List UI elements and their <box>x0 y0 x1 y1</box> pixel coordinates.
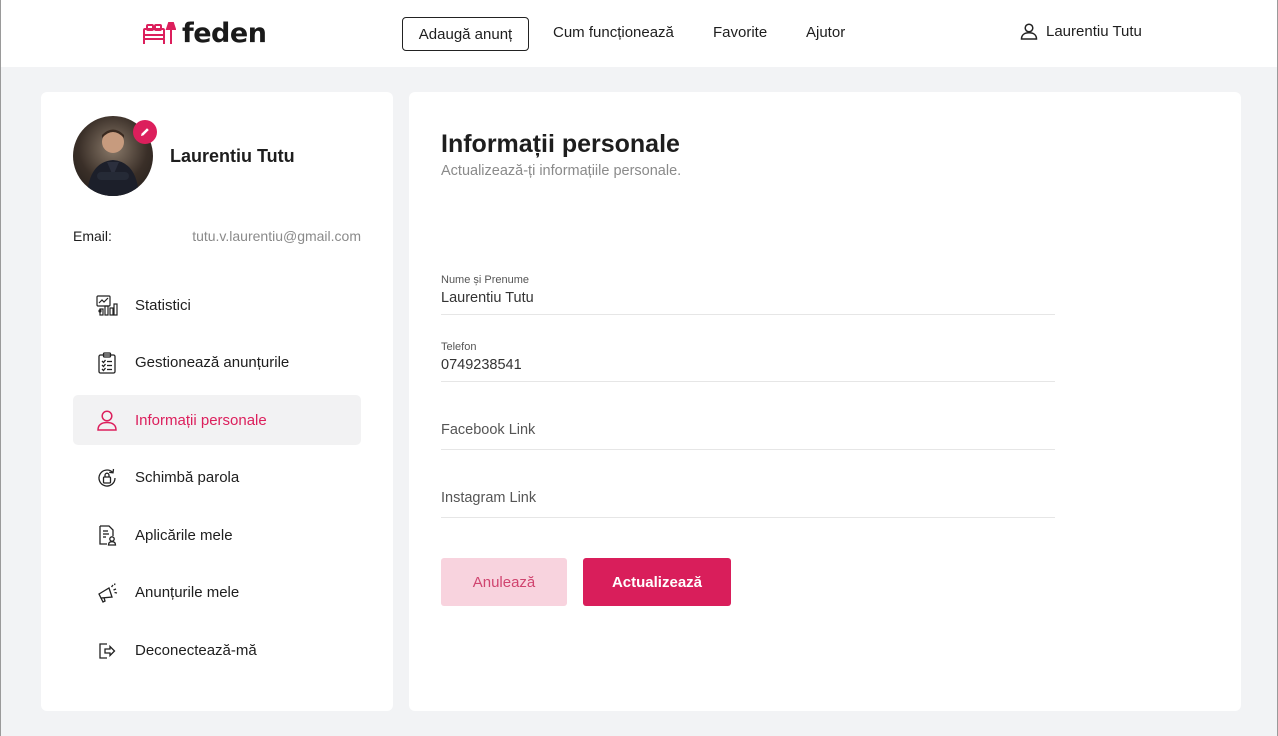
menu-item-label: Gestionează anunțurile <box>135 354 290 372</box>
page-subtitle: Actualizează-ți informațiile personale. <box>441 163 682 179</box>
profile-name: Laurentiu Tutu <box>170 146 295 166</box>
email-value: tutu.v.laurentiu@gmail.com <box>192 228 361 244</box>
profile-menu: Statistici Gestionează anunțurile Inform… <box>73 280 361 683</box>
menu-item-manage-listings[interactable]: Gestionează anunțurile <box>73 338 361 388</box>
nav-favorites[interactable]: Favorite <box>713 24 767 41</box>
menu-item-personal-info[interactable]: Informații personale <box>73 395 361 446</box>
logo[interactable]: feden <box>142 17 267 49</box>
full-name-label: Nume și Prenume <box>441 274 530 286</box>
clipboard-checklist-icon <box>96 351 118 374</box>
phone-field-group: Telefon <box>441 341 1055 382</box>
personal-info-card: Informații personale Actualizează-ți inf… <box>409 92 1241 711</box>
user-menu[interactable]: Laurentiu Tutu <box>1020 22 1142 40</box>
profile-sidebar: Laurentiu Tutu Email: tutu.v.laurentiu@g… <box>41 92 393 711</box>
menu-item-label: Schimbă parola <box>135 469 240 487</box>
facebook-link-input[interactable] <box>441 418 1055 449</box>
update-button[interactable]: Actualizează <box>583 558 731 606</box>
menu-item-my-listings[interactable]: Anunțurile mele <box>73 568 361 618</box>
instagram-field-group <box>441 486 1055 518</box>
full-name-input[interactable] <box>441 286 1055 314</box>
statistics-icon <box>96 294 118 316</box>
page-title: Informații personale <box>441 130 680 158</box>
document-user-icon <box>96 524 118 547</box>
menu-item-change-password[interactable]: Schimbă parola <box>73 453 361 503</box>
full-name-field-group: Nume și Prenume <box>441 274 1055 315</box>
menu-item-my-applications[interactable]: Aplicările mele <box>73 510 361 560</box>
add-listing-button[interactable]: Adaugă anunț <box>402 17 529 51</box>
lock-refresh-icon <box>96 467 118 489</box>
logo-text: feden <box>182 17 267 49</box>
phone-input[interactable] <box>441 353 1055 381</box>
edit-avatar-button[interactable] <box>133 120 157 144</box>
user-icon <box>1020 23 1038 40</box>
cancel-button[interactable]: Anulează <box>441 558 567 606</box>
menu-item-label: Anunțurile mele <box>135 584 240 602</box>
menu-item-label: Informații personale <box>135 411 267 429</box>
phone-label: Telefon <box>441 341 477 353</box>
email-label: Email: <box>73 228 112 244</box>
window-left-edge <box>0 67 1 736</box>
facebook-field-group <box>441 418 1055 450</box>
instagram-link-input[interactable] <box>441 486 1055 517</box>
menu-item-label: Deconectează-mă <box>135 642 257 660</box>
menu-item-statistics[interactable]: Statistici <box>73 280 361 330</box>
user-menu-name: Laurentiu Tutu <box>1046 22 1142 40</box>
logout-icon <box>96 640 118 662</box>
nav-how-it-works[interactable]: Cum funcționează <box>553 24 674 41</box>
top-navbar: feden Adaugă anunț Cum funcționează Favo… <box>0 0 1278 67</box>
menu-item-label: Aplicările mele <box>135 526 233 544</box>
menu-item-logout[interactable]: Deconectează-mă <box>73 626 361 676</box>
megaphone-icon <box>96 582 118 604</box>
nav-help[interactable]: Ajutor <box>806 24 845 41</box>
pencil-icon <box>141 128 149 136</box>
menu-item-label: Statistici <box>135 296 191 314</box>
user-icon <box>96 409 118 431</box>
bed-logo-icon <box>143 22 176 44</box>
